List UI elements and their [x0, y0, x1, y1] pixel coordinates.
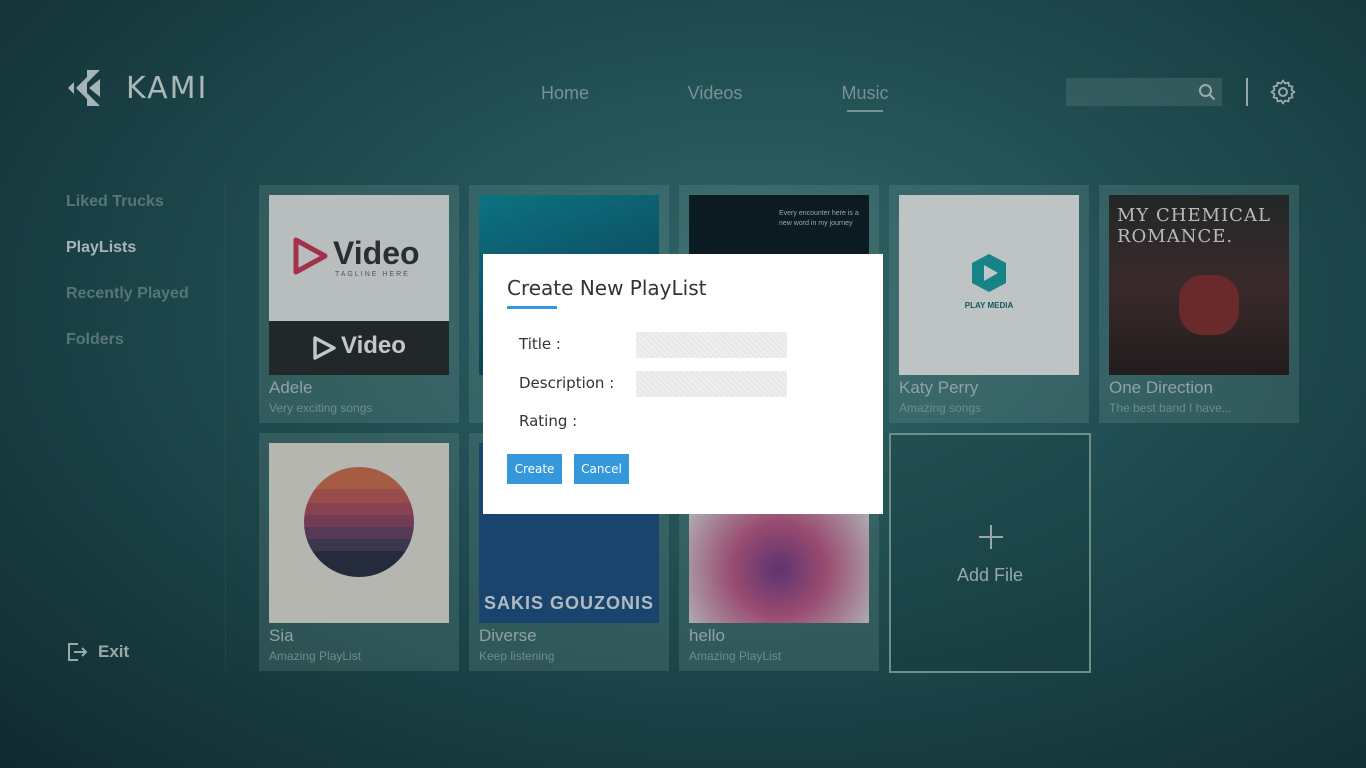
app-root: KAMI Home Videos Music Liked Trucks Play…	[0, 0, 1366, 768]
description-label: Description :	[519, 374, 615, 392]
cancel-button[interactable]: Cancel	[574, 454, 629, 484]
rating-label: Rating :	[519, 412, 578, 430]
create-button[interactable]: Create	[507, 454, 562, 484]
dialog-title-underline	[507, 306, 557, 309]
create-playlist-dialog: Create New PlayList Title : Description …	[483, 254, 883, 514]
description-input[interactable]	[636, 371, 787, 397]
dialog-title: Create New PlayList	[507, 276, 707, 300]
title-input[interactable]	[636, 332, 787, 358]
title-label: Title :	[519, 335, 561, 353]
